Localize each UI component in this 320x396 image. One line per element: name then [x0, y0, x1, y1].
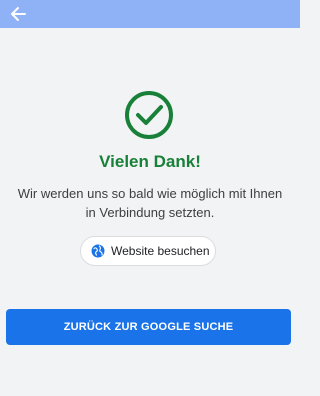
check-circle-icon — [124, 90, 174, 140]
visit-website-label: Website besuchen — [111, 244, 210, 258]
top-bar — [0, 0, 300, 28]
visit-website-button[interactable]: Website besuchen — [80, 236, 216, 266]
message-line-1: Wir werden uns so bald wie möglich mit I… — [17, 186, 283, 201]
confirmation-message: Wir werden uns so bald wie möglich mit I… — [0, 184, 300, 222]
message-line-2: in Verbindung setzten. — [85, 205, 215, 220]
back-button[interactable] — [6, 2, 30, 26]
back-to-google-button[interactable]: ZURÜCK ZUR GOOGLE SUCHE — [6, 309, 291, 345]
confirmation-title: Vielen Dank! — [99, 152, 201, 171]
globe-icon — [91, 244, 105, 258]
arrow-left-icon[interactable] — [10, 6, 26, 22]
